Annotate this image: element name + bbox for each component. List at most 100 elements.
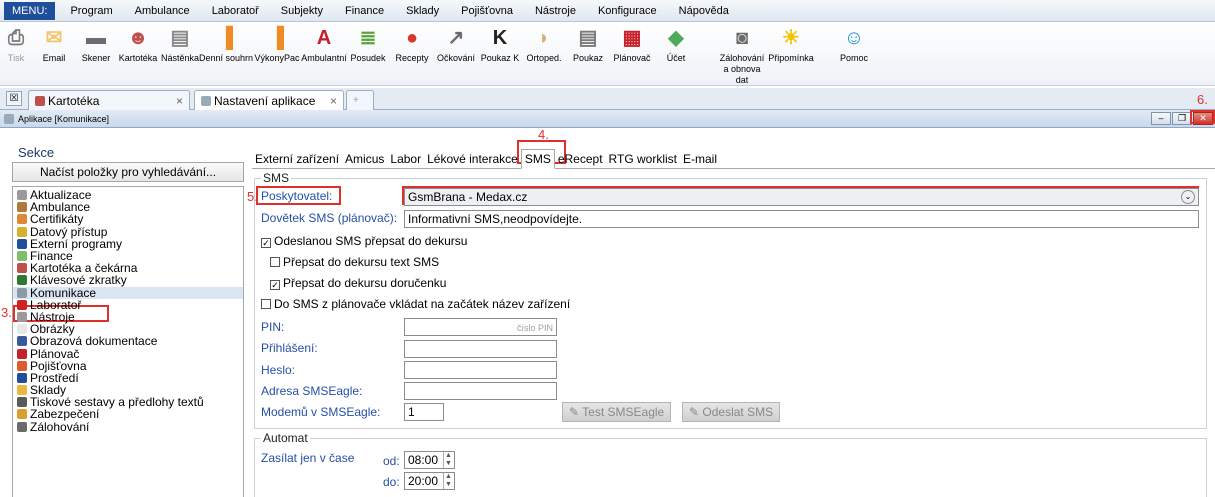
- new-tab-icon[interactable]: +: [346, 90, 374, 110]
- send-sms-button[interactable]: ✎ Odeslat SMS: [682, 402, 781, 422]
- section-item-label: Certifikáty: [30, 212, 84, 227]
- section-item[interactable]: Komunikace: [13, 285, 243, 300]
- test-smseagle-button[interactable]: ✎ Test SMSEagle: [562, 402, 672, 422]
- toolbar-button-pl-nova-[interactable]: ▦ Plánovač: [610, 22, 654, 64]
- modems-label: Modemů v SMSEagle:: [261, 405, 381, 419]
- tab-erecept[interactable]: eRecept: [555, 150, 606, 168]
- to-label: do:: [383, 475, 400, 489]
- checkbox-unchecked[interactable]: [270, 257, 280, 267]
- password-input[interactable]: [404, 361, 557, 379]
- toolbar-button-ambulantn-[interactable]: A Ambulantní: [301, 22, 347, 64]
- menu-item-laborator[interactable]: Laboratoř: [201, 0, 270, 22]
- toolbar-button-v-konypac[interactable]: ▐ VýkonyPac: [252, 22, 302, 64]
- address-input[interactable]: [404, 382, 557, 400]
- section-item-label: Datový přístup: [30, 224, 108, 239]
- to-time-input[interactable]: 20:00 ▲ ▼: [404, 472, 455, 490]
- section-icon: [17, 214, 27, 225]
- section-item[interactable]: Zálohování: [13, 421, 243, 433]
- menu-item-napoveda[interactable]: Nápověda: [668, 0, 740, 22]
- section-icon: [17, 360, 27, 371]
- tab-rtg-worklist[interactable]: RTG worklist: [606, 150, 680, 168]
- tab-l-kov-interakce[interactable]: Lékové interakce: [424, 150, 521, 168]
- window-title-bar: Aplikace [Komunikace] – ❐ ✕: [0, 110, 1215, 128]
- toolbar-button-pomoc[interactable]: ☺ Pomoc: [832, 22, 876, 64]
- toolbar-button--et[interactable]: ◆ Účet: [654, 22, 698, 64]
- section-item[interactable]: Klávesové zkratky: [13, 274, 243, 286]
- tab-labor[interactable]: Labor: [387, 150, 424, 168]
- checkbox-checked[interactable]: ✓: [261, 238, 271, 248]
- toolbar-button-n-st-nka[interactable]: ▤ Nástěnka: [160, 22, 200, 64]
- section-item[interactable]: Plánovač: [13, 347, 243, 360]
- toolbar-button-denn-souhrn[interactable]: ▐ Denní souhrn: [198, 22, 254, 64]
- toolbar-button-posudek[interactable]: ≣ Posudek: [346, 22, 390, 64]
- checkbox-row-3[interactable]: ✓ Přepsat do dekursu doručenku: [270, 276, 446, 290]
- menu-item-sklady[interactable]: Sklady: [395, 0, 450, 22]
- calendar-icon: ▦: [622, 26, 642, 49]
- tab-extern-za-zen-[interactable]: Externí zařízení: [252, 150, 342, 168]
- section-item[interactable]: Pojišťovna: [13, 360, 243, 372]
- tab-e-mail[interactable]: E-mail: [680, 150, 720, 168]
- section-icon: [17, 238, 27, 249]
- toolbar-button-tisk[interactable]: ⎙ Tisk: [0, 22, 32, 64]
- toolbar-label: Denní souhrn: [198, 53, 254, 63]
- checkbox-checked[interactable]: ✓: [270, 280, 280, 290]
- toolbar-button-skener[interactable]: ▬ Skener: [76, 22, 116, 64]
- menu-item-konfigurace[interactable]: Konfigurace: [587, 0, 668, 22]
- close-icon[interactable]: ×: [176, 94, 183, 108]
- provider-select[interactable]: GsmBrana - Medax.cz ⌄: [404, 188, 1199, 206]
- section-item-label: Obrázky: [30, 322, 75, 337]
- toolbar-label: Plánovač: [613, 53, 651, 63]
- toolbar-button-email[interactable]: ✉ Email: [32, 22, 76, 64]
- minimize-button[interactable]: –: [1151, 112, 1171, 125]
- section-icon: [17, 336, 27, 347]
- toolbar-button-o-kov-n-[interactable]: ↗ Očkování: [434, 22, 478, 64]
- tab-nastaveni-aplikace[interactable]: Nastavení aplikace ×: [194, 90, 344, 110]
- menu-item-nastroje[interactable]: Nástroje: [524, 0, 587, 22]
- letter-k-icon: K: [492, 26, 508, 49]
- section-list: Aktualizace Ambulance Certifikáty Datový př…: [12, 186, 244, 497]
- menu-item-ambulance[interactable]: Ambulance: [124, 0, 201, 22]
- section-item-label: Komunikace: [30, 285, 97, 300]
- restore-button[interactable]: ❐: [1172, 112, 1192, 125]
- tab-amicus[interactable]: Amicus: [342, 150, 387, 168]
- toolbar-button-p-ipom-nka[interactable]: ☀ Připomínka: [768, 22, 814, 64]
- toolbar-button-poukaz-k[interactable]: K Poukaz K: [478, 22, 522, 64]
- tab-sms[interactable]: SMS: [520, 149, 555, 169]
- pin-label: PIN:: [261, 320, 285, 334]
- menu-item-program[interactable]: Program: [59, 0, 123, 22]
- toolbar-label: Email: [42, 53, 66, 63]
- load-items-button[interactable]: Načíst položky pro vyhledávání...: [12, 162, 244, 182]
- document-tab-bar: ☒ Kartotéka × Nastavení aplikace × +: [0, 88, 1215, 110]
- close-all-tabs-icon[interactable]: ☒: [6, 91, 22, 106]
- tab-kartoteka[interactable]: Kartotéka ×: [28, 90, 190, 110]
- section-item[interactable]: Certifikáty: [13, 213, 243, 225]
- menu-item-finance[interactable]: Finance: [334, 0, 395, 22]
- toolbar-button-recepty[interactable]: ● Recepty: [390, 22, 434, 64]
- section-icon: [17, 409, 27, 420]
- from-time-input[interactable]: 08:00 ▲ ▼: [404, 451, 455, 469]
- dovetek-input[interactable]: Informativní SMS,neodpovídejte.: [404, 210, 1199, 228]
- toolbar-button-poukaz[interactable]: ▤ Poukaz: [566, 22, 610, 64]
- people-icon: [35, 95, 45, 106]
- section-icon: [17, 251, 27, 262]
- toolbar-button-ortoped-[interactable]: ◗ Ortoped.: [522, 22, 566, 64]
- section-item[interactable]: Zabezpečení: [13, 408, 243, 420]
- toolbar-button-kartot-ka[interactable]: ☻ Kartotéka: [116, 22, 160, 64]
- spinner-icon[interactable]: ▲ ▼: [443, 473, 453, 489]
- toolbar-button-z-lohov-n-a-obnova-dat[interactable]: ◙ Zálohování a obnova dat: [716, 22, 768, 86]
- login-input[interactable]: [404, 340, 557, 358]
- spinner-icon[interactable]: ▲ ▼: [443, 452, 453, 468]
- section-item[interactable]: Obrazová dokumentace: [13, 335, 243, 347]
- chevron-down-icon[interactable]: ⌄: [1181, 190, 1195, 204]
- modems-input[interactable]: 1: [404, 403, 444, 421]
- toolbar-label: Připomínka: [768, 53, 814, 63]
- checkbox-row-1[interactable]: ✓ Odeslanou SMS přepsat do dekursu: [261, 234, 467, 248]
- checkbox-row-4[interactable]: Do SMS z plánovače vkládat na začátek ná…: [261, 297, 570, 311]
- menu-item-subjekty[interactable]: Subjekty: [270, 0, 334, 22]
- checkbox-unchecked[interactable]: [261, 299, 271, 309]
- menu-item-pojistovna[interactable]: Pojišťovna: [450, 0, 524, 22]
- pin-input[interactable]: číslo PIN: [404, 318, 557, 336]
- close-icon[interactable]: ×: [330, 94, 337, 108]
- section-item[interactable]: Datový přístup: [13, 226, 243, 238]
- checkbox-row-2[interactable]: Přepsat do dekursu text SMS: [270, 255, 439, 269]
